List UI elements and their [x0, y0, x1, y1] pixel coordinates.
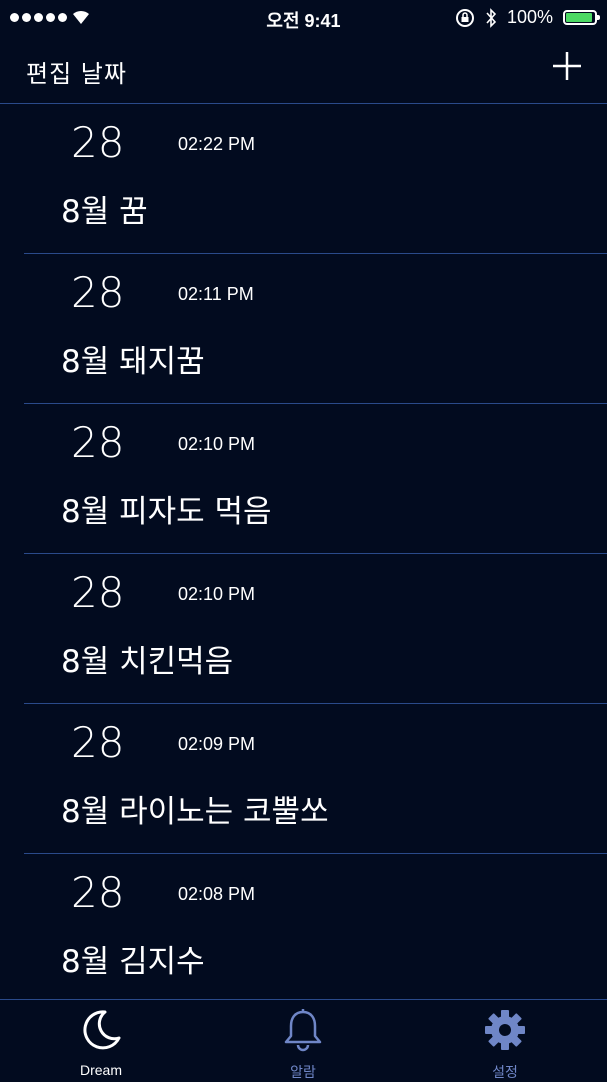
entry-title: 8월 치킨먹음	[61, 644, 234, 680]
moon-icon	[83, 1010, 121, 1050]
dream-entry-list[interactable]: 28 02:22 PM 8월 꿈 28 02:11 PM 8월 돼지꿈 28 0…	[0, 104, 607, 999]
entry-title: 8월 라이노는 코뿔쏘	[61, 794, 329, 830]
entry-day: 28	[71, 418, 125, 467]
entry-time: 02:10 PM	[178, 434, 256, 454]
entry-time: 02:22 PM	[178, 134, 256, 154]
tab-settings[interactable]: 설정	[445, 1008, 565, 1080]
status-bar: 오전 9:41 100%	[0, 0, 607, 36]
entry-time: 02:10 PM	[178, 584, 256, 604]
entry-title: 8월 꿈	[61, 194, 148, 230]
entry-title: 8월 김지수	[61, 944, 205, 980]
list-item[interactable]: 28 02:22 PM 8월 꿈	[24, 104, 607, 254]
list-item[interactable]: 28 02:10 PM 8월 치킨먹음	[24, 554, 607, 704]
entry-day: 28	[71, 268, 125, 317]
entry-time: 02:08 PM	[178, 884, 256, 904]
list-item[interactable]: 28 02:11 PM 8월 돼지꿈	[24, 254, 607, 404]
tab-alarm[interactable]: 알람	[243, 1008, 363, 1080]
entry-day: 28	[71, 568, 125, 617]
list-item[interactable]: 28 02:10 PM 8월 피자도 먹음	[24, 404, 607, 554]
edit-date-title[interactable]: 편집 날짜	[26, 54, 127, 89]
tab-label: 설정	[492, 1064, 518, 1080]
entry-title: 8월 피자도 먹음	[61, 494, 272, 530]
list-item[interactable]: 28 02:08 PM 8월 김지수	[24, 854, 607, 999]
entry-time: 02:11 PM	[178, 284, 254, 304]
entry-day: 28	[71, 868, 125, 917]
tab-bar: Dream 알람 설정	[0, 999, 607, 1081]
orientation-lock-icon	[455, 8, 474, 27]
bluetooth-icon	[486, 7, 497, 28]
entry-day: 28	[71, 118, 125, 167]
entry-title: 8월 돼지꿈	[61, 344, 205, 380]
tab-label: Dream	[79, 1062, 122, 1078]
battery-icon	[563, 10, 600, 25]
tab-dream[interactable]: Dream	[41, 1008, 161, 1078]
navigation-bar: 편집 날짜	[0, 36, 607, 104]
tab-label: 알람	[290, 1064, 316, 1080]
plus-icon[interactable]	[551, 50, 583, 82]
entry-day: 28	[71, 718, 125, 767]
status-right: 100%	[455, 7, 600, 28]
list-item[interactable]: 28 02:09 PM 8월 라이노는 코뿔쏘	[24, 704, 607, 854]
entry-time: 02:09 PM	[178, 734, 256, 754]
gear-icon	[485, 1010, 525, 1050]
battery-percent: 100%	[506, 7, 553, 27]
bell-icon	[284, 1009, 322, 1052]
